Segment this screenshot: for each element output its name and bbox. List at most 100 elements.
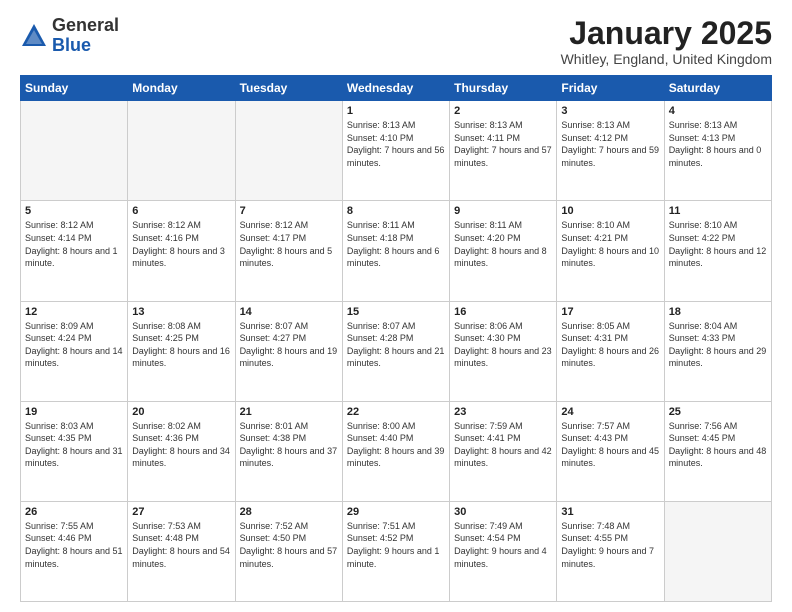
calendar-subtitle: Whitley, England, United Kingdom bbox=[561, 51, 772, 67]
day-cell: 23Sunrise: 7:59 AM Sunset: 4:41 PM Dayli… bbox=[450, 401, 557, 501]
day-info: Sunrise: 7:59 AM Sunset: 4:41 PM Dayligh… bbox=[454, 420, 552, 470]
day-cell bbox=[664, 501, 771, 601]
header-row: SundayMondayTuesdayWednesdayThursdayFrid… bbox=[21, 76, 772, 101]
day-info: Sunrise: 8:01 AM Sunset: 4:38 PM Dayligh… bbox=[240, 420, 338, 470]
day-info: Sunrise: 8:04 AM Sunset: 4:33 PM Dayligh… bbox=[669, 320, 767, 370]
day-number: 18 bbox=[669, 306, 767, 318]
logo-icon bbox=[20, 22, 48, 50]
day-number: 28 bbox=[240, 506, 338, 518]
day-header-thursday: Thursday bbox=[450, 76, 557, 101]
day-info: Sunrise: 7:56 AM Sunset: 4:45 PM Dayligh… bbox=[669, 420, 767, 470]
day-info: Sunrise: 8:07 AM Sunset: 4:27 PM Dayligh… bbox=[240, 320, 338, 370]
day-cell: 7 Sunrise: 8:12 AM Sunset: 4:17 PM Daylig… bbox=[235, 201, 342, 301]
day-number: 4 bbox=[669, 105, 767, 117]
day-cell: 26Sunrise: 7:55 AM Sunset: 4:46 PM Dayli… bbox=[21, 501, 128, 601]
day-cell: 22 Sunrise: 8:00 AM Sunset: 4:40 PM Dayli… bbox=[342, 401, 449, 501]
week-row: 26Sunrise: 7:55 AM Sunset: 4:46 PM Dayli… bbox=[21, 501, 772, 601]
calendar-title: January 2025 bbox=[561, 16, 772, 51]
day-number: 3 bbox=[561, 105, 659, 117]
header: General Blue January 2025 Whitley, Engla… bbox=[20, 16, 772, 67]
day-number: 15 bbox=[347, 306, 445, 318]
day-number: 30 bbox=[454, 506, 552, 518]
day-header-saturday: Saturday bbox=[664, 76, 771, 101]
day-cell: 21 Sunrise: 8:01 AM Sunset: 4:38 PM Dayli… bbox=[235, 401, 342, 501]
title-block: January 2025 Whitley, England, United Ki… bbox=[561, 16, 772, 67]
day-info: Sunrise: 8:02 AM Sunset: 4:36 PM Dayligh… bbox=[132, 420, 230, 470]
day-number: 1 bbox=[347, 105, 445, 117]
day-info: Sunrise: 8:13 AM Sunset: 4:13 PM Dayligh… bbox=[669, 119, 767, 169]
day-cell: 2Sunrise: 8:13 AM Sunset: 4:11 PM Daylig… bbox=[450, 101, 557, 201]
week-row: 1 Sunrise: 8:13 AM Sunset: 4:10 PM Daylig… bbox=[21, 101, 772, 201]
day-cell: 8Sunrise: 8:11 AM Sunset: 4:18 PM Daylig… bbox=[342, 201, 449, 301]
day-cell: 4 Sunrise: 8:13 AM Sunset: 4:13 PM Daylig… bbox=[664, 101, 771, 201]
day-info: Sunrise: 8:13 AM Sunset: 4:12 PM Dayligh… bbox=[561, 119, 659, 169]
day-number: 12 bbox=[25, 306, 123, 318]
day-info: Sunrise: 8:08 AM Sunset: 4:25 PM Dayligh… bbox=[132, 320, 230, 370]
day-number: 10 bbox=[561, 205, 659, 217]
day-cell: 19Sunrise: 8:03 AM Sunset: 4:35 PM Dayli… bbox=[21, 401, 128, 501]
day-cell: 28 Sunrise: 7:52 AM Sunset: 4:50 PM Dayli… bbox=[235, 501, 342, 601]
day-cell: 3 Sunrise: 8:13 AM Sunset: 4:12 PM Daylig… bbox=[557, 101, 664, 201]
day-number: 5 bbox=[25, 205, 123, 217]
day-header-tuesday: Tuesday bbox=[235, 76, 342, 101]
day-number: 13 bbox=[132, 306, 230, 318]
day-header-wednesday: Wednesday bbox=[342, 76, 449, 101]
day-number: 31 bbox=[561, 506, 659, 518]
day-info: Sunrise: 7:49 AM Sunset: 4:54 PM Dayligh… bbox=[454, 520, 552, 570]
logo-general: General bbox=[52, 15, 119, 35]
day-info: Sunrise: 7:52 AM Sunset: 4:50 PM Dayligh… bbox=[240, 520, 338, 570]
week-row: 5Sunrise: 8:12 AM Sunset: 4:14 PM Daylig… bbox=[21, 201, 772, 301]
day-cell: 30 Sunrise: 7:49 AM Sunset: 4:54 PM Dayli… bbox=[450, 501, 557, 601]
day-number: 6 bbox=[132, 205, 230, 217]
logo-text: General Blue bbox=[52, 16, 119, 56]
day-cell: 27 Sunrise: 7:53 AM Sunset: 4:48 PM Dayli… bbox=[128, 501, 235, 601]
day-cell: 16 Sunrise: 8:06 AM Sunset: 4:30 PM Dayli… bbox=[450, 301, 557, 401]
day-cell: 29Sunrise: 7:51 AM Sunset: 4:52 PM Dayli… bbox=[342, 501, 449, 601]
day-header-sunday: Sunday bbox=[21, 76, 128, 101]
day-cell: 9Sunrise: 8:11 AM Sunset: 4:20 PM Daylig… bbox=[450, 201, 557, 301]
day-header-monday: Monday bbox=[128, 76, 235, 101]
day-number: 8 bbox=[347, 205, 445, 217]
day-cell: 6 Sunrise: 8:12 AM Sunset: 4:16 PM Daylig… bbox=[128, 201, 235, 301]
day-info: Sunrise: 8:12 AM Sunset: 4:16 PM Dayligh… bbox=[132, 219, 230, 269]
day-cell: 14Sunrise: 8:07 AM Sunset: 4:27 PM Dayli… bbox=[235, 301, 342, 401]
day-number: 21 bbox=[240, 406, 338, 418]
calendar-table: SundayMondayTuesdayWednesdayThursdayFrid… bbox=[20, 75, 772, 602]
day-number: 29 bbox=[347, 506, 445, 518]
day-cell: 15 Sunrise: 8:07 AM Sunset: 4:28 PM Dayli… bbox=[342, 301, 449, 401]
day-number: 11 bbox=[669, 205, 767, 217]
day-info: Sunrise: 7:53 AM Sunset: 4:48 PM Dayligh… bbox=[132, 520, 230, 570]
day-number: 20 bbox=[132, 406, 230, 418]
week-row: 19Sunrise: 8:03 AM Sunset: 4:35 PM Dayli… bbox=[21, 401, 772, 501]
day-number: 17 bbox=[561, 306, 659, 318]
day-info: Sunrise: 8:12 AM Sunset: 4:17 PM Dayligh… bbox=[240, 219, 338, 269]
day-cell: 17Sunrise: 8:05 AM Sunset: 4:31 PM Dayli… bbox=[557, 301, 664, 401]
day-cell bbox=[235, 101, 342, 201]
day-number: 7 bbox=[240, 205, 338, 217]
day-info: Sunrise: 8:13 AM Sunset: 4:11 PM Dayligh… bbox=[454, 119, 552, 169]
day-info: Sunrise: 8:06 AM Sunset: 4:30 PM Dayligh… bbox=[454, 320, 552, 370]
day-cell: 24 Sunrise: 7:57 AM Sunset: 4:43 PM Dayli… bbox=[557, 401, 664, 501]
day-info: Sunrise: 8:13 AM Sunset: 4:10 PM Dayligh… bbox=[347, 119, 445, 169]
day-number: 27 bbox=[132, 506, 230, 518]
day-info: Sunrise: 7:57 AM Sunset: 4:43 PM Dayligh… bbox=[561, 420, 659, 470]
week-row: 12 Sunrise: 8:09 AM Sunset: 4:24 PM Dayli… bbox=[21, 301, 772, 401]
day-info: Sunrise: 8:09 AM Sunset: 4:24 PM Dayligh… bbox=[25, 320, 123, 370]
day-info: Sunrise: 7:48 AM Sunset: 4:55 PM Dayligh… bbox=[561, 520, 659, 570]
day-cell: 18 Sunrise: 8:04 AM Sunset: 4:33 PM Dayli… bbox=[664, 301, 771, 401]
day-number: 16 bbox=[454, 306, 552, 318]
day-cell bbox=[21, 101, 128, 201]
day-cell: 1 Sunrise: 8:13 AM Sunset: 4:10 PM Daylig… bbox=[342, 101, 449, 201]
day-info: Sunrise: 8:00 AM Sunset: 4:40 PM Dayligh… bbox=[347, 420, 445, 470]
day-header-friday: Friday bbox=[557, 76, 664, 101]
day-cell: 5Sunrise: 8:12 AM Sunset: 4:14 PM Daylig… bbox=[21, 201, 128, 301]
day-info: Sunrise: 8:07 AM Sunset: 4:28 PM Dayligh… bbox=[347, 320, 445, 370]
day-cell: 12 Sunrise: 8:09 AM Sunset: 4:24 PM Dayli… bbox=[21, 301, 128, 401]
day-cell: 13 Sunrise: 8:08 AM Sunset: 4:25 PM Dayli… bbox=[128, 301, 235, 401]
day-cell: 20 Sunrise: 8:02 AM Sunset: 4:36 PM Dayli… bbox=[128, 401, 235, 501]
page: General Blue January 2025 Whitley, Engla… bbox=[0, 0, 792, 612]
day-number: 22 bbox=[347, 406, 445, 418]
day-number: 24 bbox=[561, 406, 659, 418]
day-cell: 25Sunrise: 7:56 AM Sunset: 4:45 PM Dayli… bbox=[664, 401, 771, 501]
day-info: Sunrise: 8:10 AM Sunset: 4:22 PM Dayligh… bbox=[669, 219, 767, 269]
